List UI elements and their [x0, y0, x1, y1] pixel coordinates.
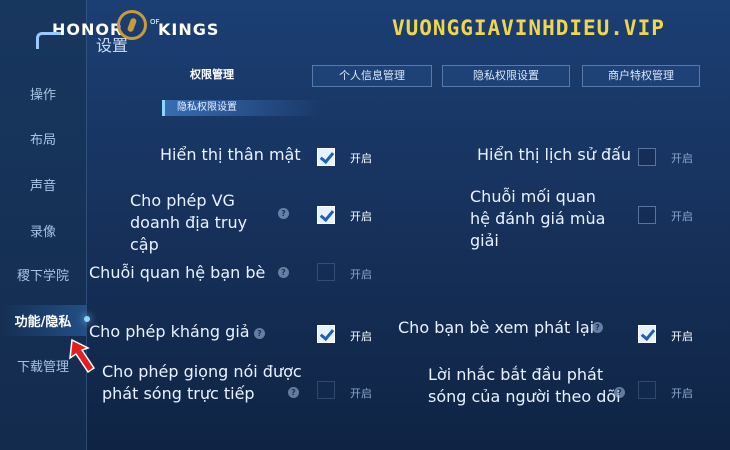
intimacy-state: 开启 — [350, 152, 372, 165]
season-relation-state: 开启 — [671, 210, 693, 223]
sidebar-item-recording[interactable]: 录像 — [0, 221, 86, 240]
friend-chain-checkbox[interactable] — [317, 263, 335, 281]
sidebar-item-sound[interactable]: 声音 — [0, 175, 86, 194]
setting-label-friend-replay: Cho bạn bè xem phát lại — [398, 318, 595, 337]
broadcast-reminder-checkbox[interactable] — [638, 381, 656, 399]
intimacy-checkbox[interactable] — [317, 148, 335, 166]
broadcast-reminder-help-icon[interactable]: ? — [614, 387, 625, 398]
match-history-state: 开启 — [671, 152, 693, 165]
vg-access-state: 开启 — [350, 210, 372, 223]
game-logo: HONOR OF KINGS — [52, 10, 218, 46]
setting-label-voice-broadcast: Cho phép giọng nói được phát sóng trực t… — [102, 362, 302, 403]
setting-label-intimacy: Hiển thị thân mật — [160, 145, 301, 164]
back-arrow-icon[interactable] — [36, 32, 61, 49]
spectator-checkbox[interactable] — [317, 325, 335, 343]
setting-label-broadcast-reminder: Lời nhắc bắt đầu phát sóng của người the… — [428, 365, 621, 406]
sidebar-item-layout[interactable]: 布局 — [0, 129, 86, 148]
voice-broadcast-help-icon[interactable]: ? — [288, 387, 299, 398]
page-title: 设置 — [96, 36, 129, 55]
season-relation-checkbox[interactable] — [638, 206, 656, 224]
friend-chain-help-icon[interactable]: ? — [278, 267, 289, 278]
setting-label-match-history: Hiển thị lịch sử đấu — [477, 145, 632, 164]
sidebar-item-academy[interactable]: 稷下学院 — [0, 265, 86, 284]
friend-replay-checkbox[interactable] — [638, 325, 656, 343]
setting-label-season-relation: Chuỗi mối quan hệ đánh giá mùa giải — [470, 187, 606, 250]
setting-label-friend-chain: Chuỗi quan hệ bạn bè — [89, 263, 266, 282]
section-header: 隐私权限设置 — [162, 100, 322, 116]
logo-word-kings: KINGS — [158, 20, 220, 39]
tab-privacy-permissions[interactable]: 隐私权限设置 — [442, 65, 570, 87]
sidebar-item-operation[interactable]: 操作 — [0, 84, 86, 103]
tab-personal-info[interactable]: 个人信息管理 — [312, 65, 432, 87]
spectator-help-icon[interactable]: ? — [254, 328, 265, 339]
tab-merchant-privileges[interactable]: 商户特权管理 — [582, 65, 700, 87]
vg-access-help-icon[interactable]: ? — [278, 208, 289, 219]
friend-chain-state: 开启 — [350, 268, 372, 281]
sidebar-item-function-privacy[interactable]: 功能/隐私 — [0, 305, 86, 336]
match-history-checkbox[interactable] — [638, 148, 656, 166]
voice-broadcast-state: 开启 — [350, 387, 372, 400]
voice-broadcast-checkbox[interactable] — [317, 381, 335, 399]
setting-label-spectator: Cho phép kháng giả — [89, 322, 250, 341]
vg-access-checkbox[interactable] — [317, 206, 335, 224]
spectator-state: 开启 — [350, 330, 372, 343]
tab-permission-management[interactable]: 权限管理 — [172, 65, 252, 85]
friend-replay-state: 开启 — [671, 330, 693, 343]
friend-replay-help-icon[interactable]: ? — [592, 322, 603, 333]
watermark-text: VUONGGIAVINHDIEU.VIP — [392, 16, 665, 40]
setting-label-vg-access: Cho phép VG doanh địa truy cập — [130, 191, 248, 254]
broadcast-reminder-state: 开启 — [671, 387, 693, 400]
